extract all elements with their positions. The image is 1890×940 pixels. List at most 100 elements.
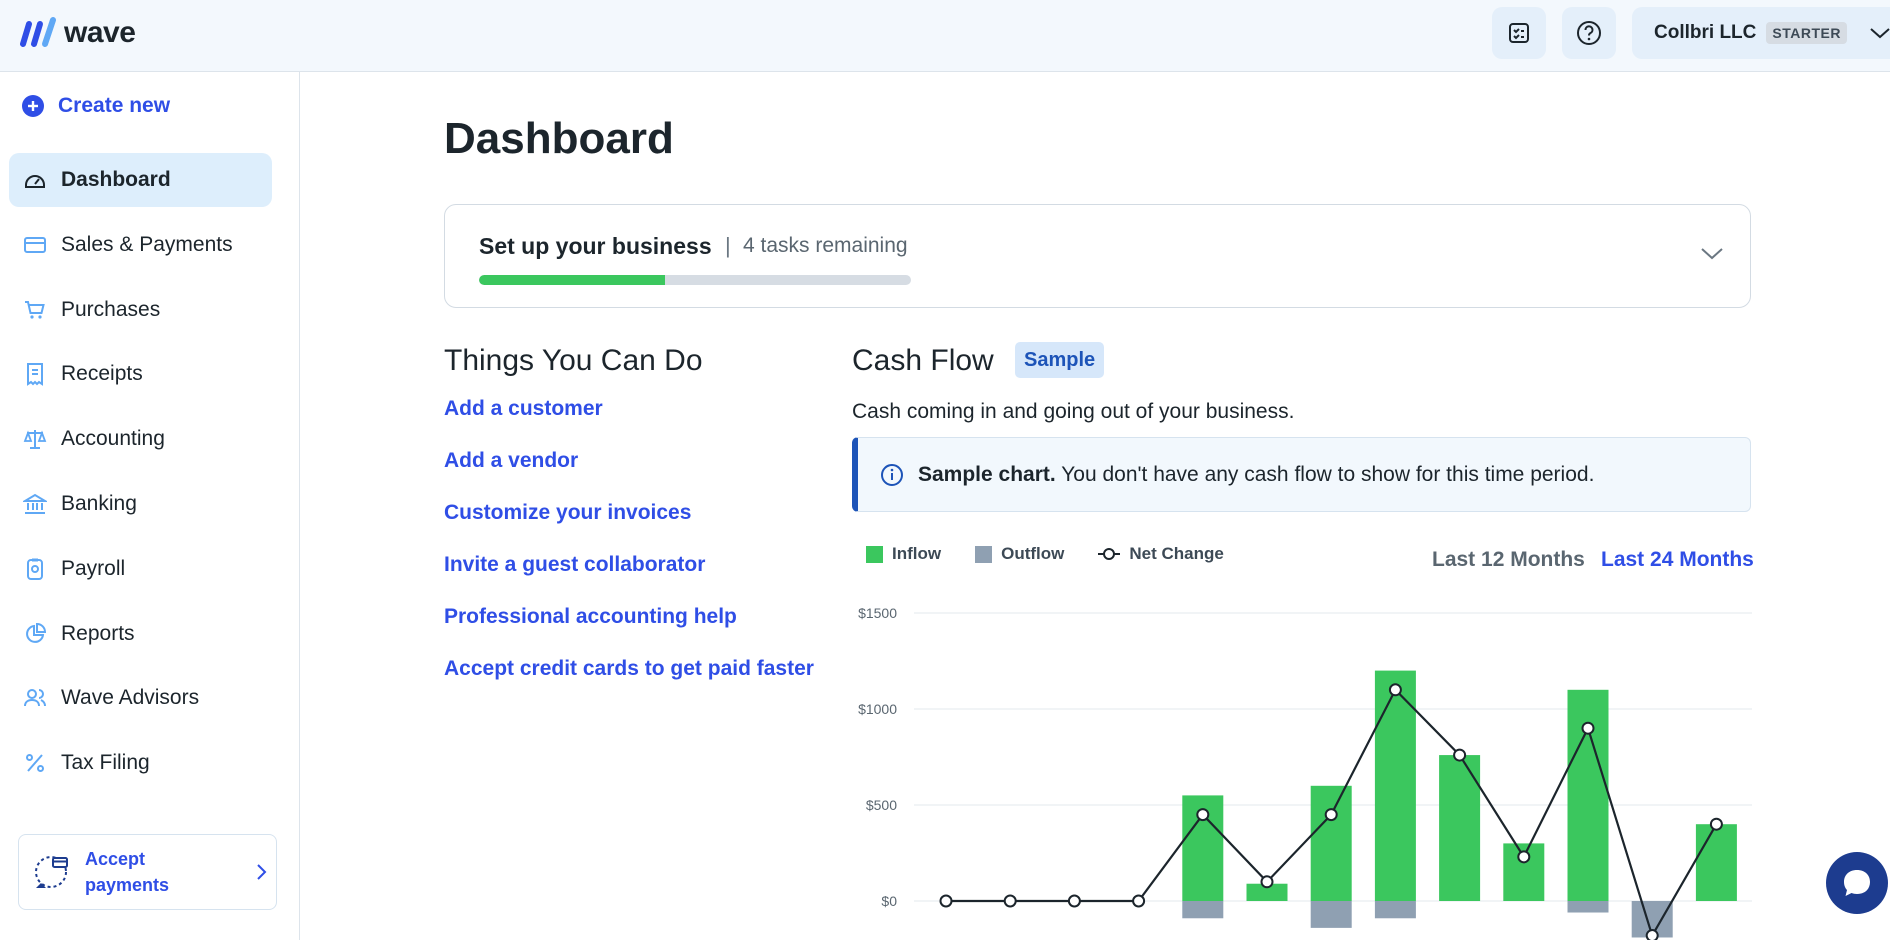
y-tick-label: $500 xyxy=(866,797,897,813)
net-change-point xyxy=(1581,721,1595,735)
accept-payments-card[interactable]: Accept payments xyxy=(18,834,277,910)
y-tick-label: $0 xyxy=(881,893,897,909)
last-12-months-button[interactable]: Last 12 Months xyxy=(1432,548,1585,572)
setup-progress-fill xyxy=(479,275,665,285)
sidebar-item-label: Receipts xyxy=(61,362,143,385)
accept-credit-cards-link[interactable]: Accept credit cards to get paid faster xyxy=(444,657,814,681)
info-icon xyxy=(881,463,903,486)
legend-label: Inflow xyxy=(892,544,942,563)
sidebar-item-label: Accounting xyxy=(61,427,165,450)
net-change-point xyxy=(1067,894,1081,908)
add-customer-link[interactable]: Add a customer xyxy=(444,397,603,421)
net-change-point xyxy=(1388,683,1402,697)
outflow-bar xyxy=(1567,901,1609,913)
account-switcher[interactable]: Collbri LLC STARTER xyxy=(1632,7,1890,59)
sidebar-item-banking[interactable]: Banking xyxy=(9,477,272,531)
inflow-bar xyxy=(1567,689,1609,901)
sample-chart-notice: Sample chart. You don't have any cash fl… xyxy=(852,437,1751,512)
net-change-point xyxy=(1260,875,1274,889)
sidebar-item-receipts[interactable]: Receipts xyxy=(9,347,272,401)
cash-flow-description: Cash coming in and going out of your bus… xyxy=(852,400,1295,423)
net-change-point xyxy=(1003,894,1017,908)
net-change-swatch xyxy=(1098,548,1121,560)
legend-label: Outflow xyxy=(1001,544,1065,563)
sidebar-item-label: Banking xyxy=(61,492,137,515)
credit-card-icon xyxy=(24,237,46,253)
chevron-down-icon[interactable] xyxy=(1700,245,1724,261)
sidebar-item-reports[interactable]: Reports xyxy=(9,607,272,661)
chat-button[interactable] xyxy=(1826,852,1888,914)
sample-badge: Sample xyxy=(1015,342,1105,378)
inflow-bar xyxy=(1695,824,1737,901)
chat-icon xyxy=(1844,870,1870,896)
wave-logo-icon xyxy=(20,17,56,47)
net-change-point xyxy=(1324,808,1338,822)
cash-flow-chart: $1500 $1000 $500 $0 xyxy=(858,605,1752,940)
help-button[interactable] xyxy=(1562,7,1616,59)
inflow-bar xyxy=(1310,785,1352,901)
tasks-button[interactable] xyxy=(1492,7,1546,59)
plus-circle-icon xyxy=(22,95,44,117)
add-vendor-link[interactable]: Add a vendor xyxy=(444,449,578,473)
wave-logo-text: wave xyxy=(64,16,136,49)
wave-logo[interactable]: wave xyxy=(20,16,136,50)
page-title: Dashboard xyxy=(444,114,674,163)
plan-badge: STARTER xyxy=(1766,22,1847,44)
account-name: Collbri LLC xyxy=(1654,22,1757,43)
y-tick-label: $1000 xyxy=(858,701,897,717)
accounting-help-link[interactable]: Professional accounting help xyxy=(444,605,737,629)
sidebar-item-sales-payments[interactable]: Sales & Payments xyxy=(9,218,272,272)
outflow-bar xyxy=(1182,901,1224,919)
help-icon xyxy=(1577,21,1601,45)
outflow-swatch xyxy=(975,545,993,563)
last-24-months-button[interactable]: Last 24 Months xyxy=(1601,548,1754,572)
create-new-label: Create new xyxy=(58,94,171,117)
net-change-point xyxy=(1517,850,1531,864)
accept-payments-label: Accept payments xyxy=(85,849,170,895)
sidebar-item-accounting[interactable]: Accounting xyxy=(9,412,272,466)
cash-flow-title: Cash Flow xyxy=(852,344,994,377)
customize-invoices-link[interactable]: Customize your invoices xyxy=(444,501,691,525)
legend-label: Net Change xyxy=(1129,544,1224,563)
setup-title: Set up your business xyxy=(479,233,712,259)
sidebar-item-purchases[interactable]: Purchases xyxy=(9,283,272,337)
notice-bold: Sample chart. xyxy=(918,462,1056,486)
net-change-point xyxy=(1709,817,1723,831)
inflow-swatch xyxy=(866,545,883,563)
percent-icon xyxy=(26,754,44,772)
net-change-point xyxy=(1453,748,1467,762)
setup-business-card[interactable]: Set up your business | 4 tasks remaining xyxy=(444,204,1751,308)
net-change-point xyxy=(1132,894,1146,908)
setup-tasks-remaining: 4 tasks remaining xyxy=(743,234,908,257)
chart-legend: Inflow Outflow Net Change xyxy=(866,544,1224,564)
receipt-icon xyxy=(27,363,43,386)
legend-outflow: Outflow xyxy=(975,544,1064,564)
accept-payments-icon xyxy=(35,856,68,888)
advisors-icon xyxy=(24,689,46,707)
net-change-point xyxy=(1645,929,1659,940)
sidebar-item-payroll[interactable]: Payroll xyxy=(9,542,272,596)
sidebar-item-label: Reports xyxy=(61,622,135,645)
net-change-point xyxy=(939,894,953,908)
payroll-icon xyxy=(27,558,43,580)
sidebar-item-label: Payroll xyxy=(61,557,126,580)
sidebar-item-label: Dashboard xyxy=(61,168,171,191)
dashboard-icon xyxy=(25,175,45,188)
scale-icon xyxy=(23,430,47,449)
sidebar-item-wave-advisors[interactable]: Wave Advisors xyxy=(9,671,272,725)
sidebar-item-label: Wave Advisors xyxy=(61,686,200,709)
sidebar-item-label: Sales & Payments xyxy=(61,233,233,256)
setup-separator: | xyxy=(725,233,731,258)
checklist-icon xyxy=(1509,23,1529,43)
outflow-bar xyxy=(1310,901,1352,928)
sidebar-item-dashboard[interactable]: Dashboard xyxy=(9,153,272,207)
setup-progress-bar xyxy=(479,275,911,285)
chevron-right-icon xyxy=(257,864,267,880)
top-bar: wave Collbri LLC STARTER xyxy=(0,0,1890,72)
create-new-button[interactable]: Create new xyxy=(22,94,170,118)
sidebar-item-tax-filing[interactable]: Tax Filing xyxy=(9,736,272,790)
invite-collaborator-link[interactable]: Invite a guest collaborator xyxy=(444,553,705,577)
legend-inflow: Inflow xyxy=(866,544,941,564)
sidebar-item-label: Tax Filing xyxy=(61,751,150,774)
y-tick-label: $1500 xyxy=(858,605,897,621)
